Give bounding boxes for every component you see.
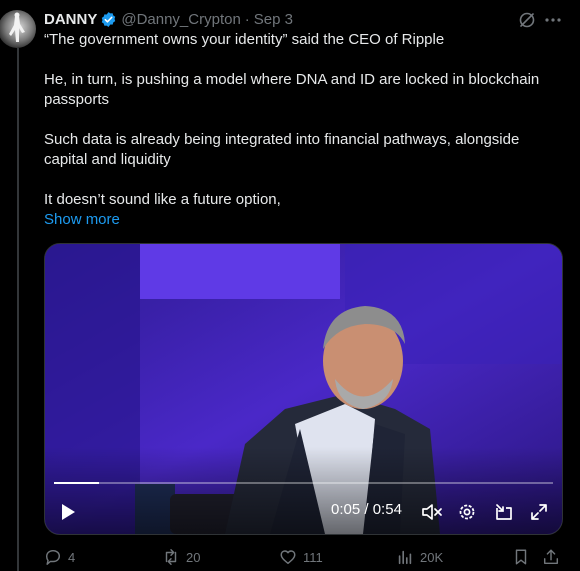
reply-count: 4 xyxy=(68,549,76,565)
play-icon[interactable] xyxy=(59,502,77,522)
fullscreen-icon[interactable] xyxy=(529,502,549,522)
show-more-link[interactable]: Show more xyxy=(44,210,120,230)
pip-icon[interactable] xyxy=(494,502,514,522)
repost-icon xyxy=(165,549,177,565)
video-time-separator: / xyxy=(364,501,369,518)
video-progress-fill xyxy=(54,482,99,484)
video-duration: 0:54 xyxy=(372,501,402,518)
tweet-actions: 4 20 111 20K xyxy=(44,547,564,567)
video-time: 0:05 / 0:54 xyxy=(331,501,402,518)
reply-button[interactable]: 4 xyxy=(44,547,75,567)
author-name[interactable]: DANNY xyxy=(44,11,97,28)
repost-button[interactable]: 20 xyxy=(162,547,200,567)
tweet-date[interactable]: Sep 3 xyxy=(254,11,293,28)
tweet-header: DANNY @Danny_Crypton · Sep 3 xyxy=(44,9,293,29)
more-icon[interactable] xyxy=(543,10,563,30)
share-button[interactable] xyxy=(542,547,566,567)
views-icon xyxy=(398,550,412,565)
like-icon xyxy=(280,550,296,565)
avatar-figure-icon xyxy=(9,12,25,42)
tweet-paragraph: It doesn’t sound like a future option, xyxy=(44,191,281,208)
video-progress-bar[interactable] xyxy=(54,482,553,484)
video-player[interactable]: 0:05 / 0:54 xyxy=(44,243,563,535)
bookmark-button[interactable] xyxy=(512,547,536,567)
tweet-paragraph: Such data is already being integrated in… xyxy=(44,131,520,168)
video-frame xyxy=(45,244,562,534)
views-button[interactable]: 20K xyxy=(396,547,443,567)
grok-icon[interactable] xyxy=(517,10,537,30)
bookmark-icon xyxy=(515,549,527,565)
mute-icon[interactable] xyxy=(421,502,443,522)
author-handle[interactable]: @Danny_Crypton xyxy=(121,11,240,28)
settings-icon[interactable] xyxy=(457,502,477,522)
thread-line xyxy=(17,48,19,571)
reply-icon xyxy=(45,549,61,565)
avatar[interactable] xyxy=(0,10,36,48)
views-count: 20K xyxy=(420,549,444,565)
tweet-paragraph: He, in turn, is pushing a model where DN… xyxy=(44,71,540,108)
like-count: 111 xyxy=(303,549,323,565)
repost-count: 20 xyxy=(186,549,201,565)
video-current-time: 0:05 xyxy=(331,501,361,518)
tweet-paragraph: “The government owns your identity” said… xyxy=(44,31,445,48)
verified-badge-icon xyxy=(102,11,116,27)
like-button[interactable]: 111 xyxy=(279,547,323,567)
share-icon xyxy=(543,549,559,565)
header-separator: · xyxy=(244,10,250,28)
tweet-text: “The government owns your identity” said… xyxy=(44,30,564,230)
